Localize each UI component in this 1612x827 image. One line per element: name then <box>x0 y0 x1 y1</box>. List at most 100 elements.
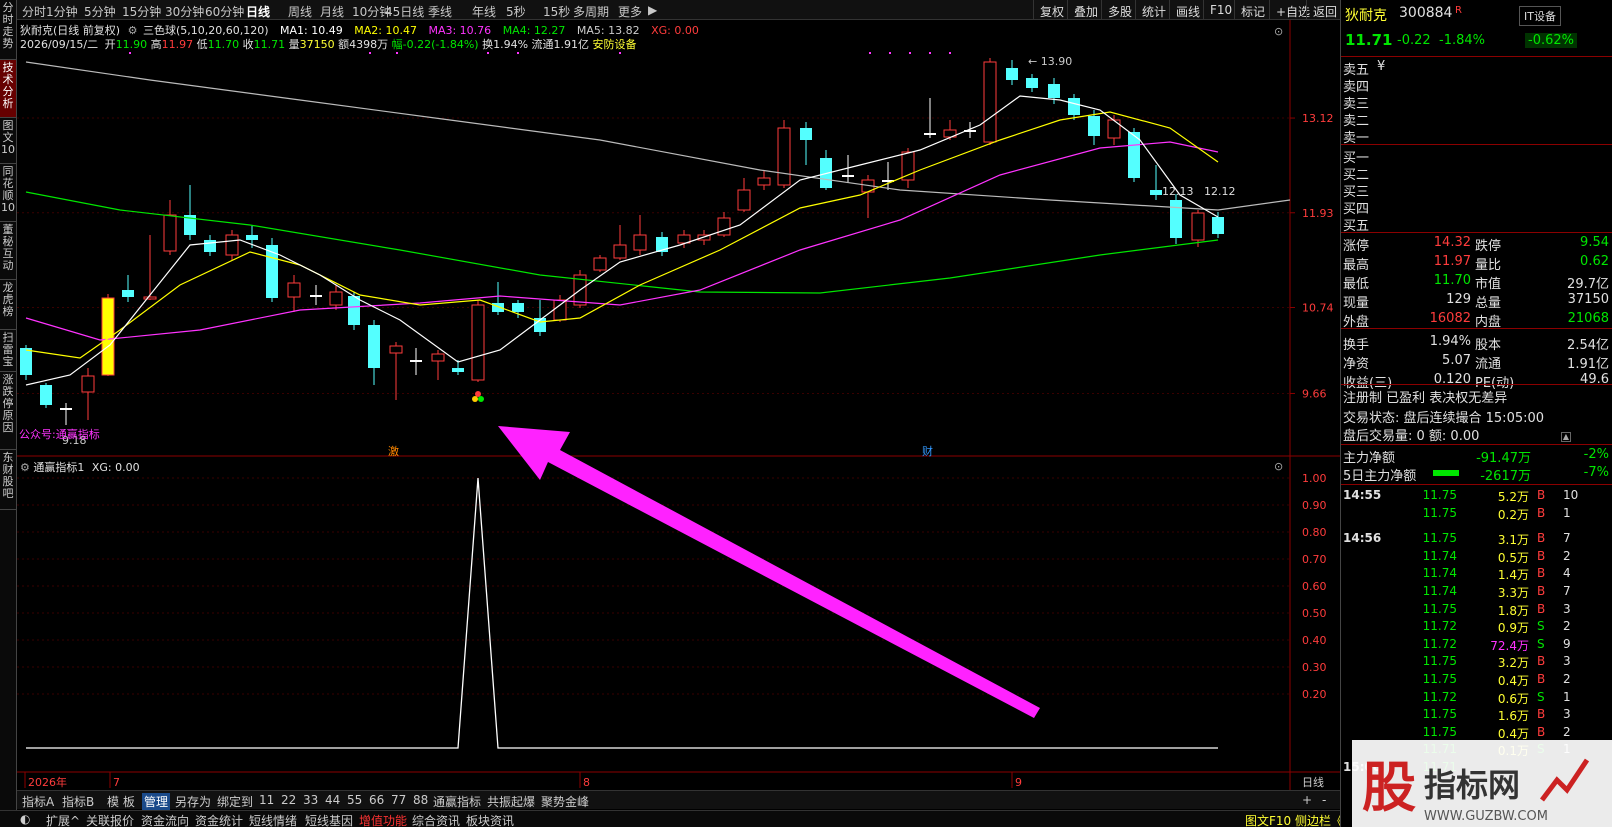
indicator-tab-10[interactable]: 55 <box>347 793 362 807</box>
scroll-up-icon[interactable]: ▲ <box>1561 432 1571 442</box>
period-tab-0[interactable]: 分时 <box>22 3 46 20</box>
status-tab-7[interactable]: 综合资讯 <box>412 812 460 827</box>
indicator-tab-4[interactable]: 另存为 <box>175 793 211 810</box>
left-tab-8[interactable]: 东财股吧 <box>0 450 16 510</box>
indicator-tab-2[interactable]: 模 板 <box>107 793 135 810</box>
toggle-icon[interactable]: ◐ <box>20 812 30 826</box>
toolbar-button-1[interactable]: 叠加 <box>1067 0 1104 20</box>
indicator-tab-11[interactable]: 66 <box>369 793 384 807</box>
candle-41[interactable] <box>861 175 875 218</box>
period-tab-12[interactable]: 年线 <box>472 3 496 20</box>
buy-level-1[interactable]: 买二 <box>1341 163 1612 183</box>
period-tab-14[interactable]: 15秒 <box>543 3 570 20</box>
info-sector[interactable]: 安防设备 <box>593 38 637 51</box>
indicator-tab-8[interactable]: 33 <box>303 793 318 807</box>
kline-chart[interactable]: 13.1211.9310.749.66← 13.909.1812.13 12.12… <box>17 20 1340 790</box>
candle-5[interactable] <box>122 275 134 302</box>
candle-22[interactable] <box>471 300 485 382</box>
candle-53[interactable] <box>1107 115 1121 145</box>
sell-level-1[interactable]: 卖四 <box>1341 75 1612 95</box>
candle-14[interactable] <box>310 285 322 305</box>
indicator-tab-15[interactable]: 共振起爆 <box>487 793 535 810</box>
candle-56[interactable] <box>1170 194 1182 244</box>
candle-16[interactable] <box>348 292 360 330</box>
candle-8[interactable] <box>184 185 196 240</box>
status-tab-2[interactable]: 资金流向 <box>141 812 189 827</box>
candle-48[interactable] <box>1006 60 1018 85</box>
toolbar-button-3[interactable]: 统计 <box>1135 0 1172 20</box>
period-tab-1[interactable]: 1分钟 <box>46 3 78 20</box>
indicator-tab-9[interactable]: 44 <box>325 793 340 807</box>
left-tab-0[interactable]: 分时走势 <box>0 0 16 60</box>
candle-58[interactable] <box>1212 212 1224 238</box>
toolbar-button-0[interactable]: 复权 <box>1033 0 1070 20</box>
indicator-tab-5[interactable]: 绑定到 <box>217 793 253 810</box>
indicator-tab-0[interactable]: 指标A <box>22 793 54 810</box>
candle-51[interactable] <box>1068 94 1080 120</box>
candle-35[interactable] <box>737 178 751 212</box>
candle-39[interactable] <box>820 150 832 190</box>
buy-level-4[interactable]: 买五 <box>1341 214 1612 234</box>
candle-23[interactable] <box>492 282 504 315</box>
period-tab-15[interactable]: 多周期 <box>573 3 609 20</box>
candle-10[interactable] <box>225 230 239 260</box>
candle-20[interactable] <box>431 350 445 380</box>
status-tab-0[interactable]: 扩展^ <box>46 812 80 827</box>
f10-sidebar-link[interactable]: 图文F10 侧边栏《 <box>1245 812 1343 827</box>
toolbar-button-2[interactable]: 多股 <box>1101 0 1138 20</box>
candle-7[interactable] <box>163 200 177 255</box>
subchart-settings-icon[interactable]: ⚙ <box>20 461 30 474</box>
status-tab-1[interactable]: 关联报价 <box>86 812 134 827</box>
period-tab-5[interactable]: 60分钟 <box>205 3 244 20</box>
left-tab-2[interactable]: 图文10 <box>0 118 16 164</box>
indicator-tab-14[interactable]: 通赢指标 <box>433 793 481 810</box>
sell-level-4[interactable]: 卖一 <box>1341 126 1612 146</box>
status-tab-5[interactable]: 短线基因 <box>305 812 353 827</box>
period-tab-10[interactable]: 45日线 <box>385 3 424 20</box>
indicator-tab-13[interactable]: 88 <box>413 793 428 807</box>
period-tab-8[interactable]: 月线 <box>320 3 344 20</box>
indicator-tab-12[interactable]: 77 <box>391 793 406 807</box>
candle-46[interactable] <box>964 122 976 138</box>
toolbar-button-6[interactable]: 标记 <box>1234 0 1271 20</box>
candle-30[interactable] <box>633 215 647 255</box>
candle-17[interactable] <box>368 320 380 385</box>
candle-36[interactable] <box>757 170 771 190</box>
sub-pane-close-icon[interactable]: ⊙ <box>1274 460 1283 473</box>
event-marker-1[interactable]: 激 <box>388 444 399 458</box>
candle-47[interactable] <box>983 58 997 145</box>
left-tab-5[interactable]: 龙虎榜 <box>0 280 16 330</box>
candle-55[interactable] <box>1150 165 1162 200</box>
candle-15[interactable] <box>329 285 343 310</box>
candle-37[interactable] <box>777 120 791 188</box>
toolbar-button-4[interactable]: 画线 <box>1169 0 1206 20</box>
indicator-tab-1[interactable]: 指标B <box>62 793 94 810</box>
candle-44[interactable] <box>924 98 936 138</box>
period-tab-11[interactable]: 季线 <box>428 3 452 20</box>
zoom-out-button[interactable]: - <box>1322 793 1326 807</box>
left-tab-7[interactable]: 涨跌停原因 <box>0 372 16 450</box>
status-tab-3[interactable]: 资金统计 <box>195 812 243 827</box>
period-tab-2[interactable]: 5分钟 <box>84 3 116 20</box>
period-tab-3[interactable]: 15分钟 <box>122 3 161 20</box>
sell-level-2[interactable]: 卖三 <box>1341 92 1612 112</box>
status-tab-6[interactable]: 增值功能 <box>359 812 407 827</box>
sell-level-0[interactable]: 卖五 ¥ <box>1341 58 1612 78</box>
period-tab-6[interactable]: 日线 <box>246 3 270 20</box>
left-tab-1[interactable]: 技术分析 <box>0 60 16 118</box>
candle-29[interactable] <box>613 225 627 260</box>
candle-3[interactable] <box>81 368 95 420</box>
left-tab-6[interactable]: 扫雷宝 <box>0 330 16 372</box>
candle-19[interactable] <box>410 348 422 375</box>
main-pane-close-icon[interactable]: ⊙ <box>1274 25 1283 38</box>
left-tab-3[interactable]: 同花顺10 <box>0 164 16 222</box>
event-marker-2[interactable]: 财 <box>922 444 933 458</box>
status-tab-8[interactable]: 板块资讯 <box>466 812 514 827</box>
candle-2[interactable] <box>60 403 72 425</box>
indicator-tab-7[interactable]: 22 <box>281 793 296 807</box>
buy-level-0[interactable]: 买一 <box>1341 146 1612 166</box>
left-tab-4[interactable]: 董秘互动 <box>0 222 16 280</box>
candle-34[interactable] <box>717 212 731 237</box>
candle-38[interactable] <box>800 122 812 165</box>
candle-25[interactable] <box>534 300 546 336</box>
